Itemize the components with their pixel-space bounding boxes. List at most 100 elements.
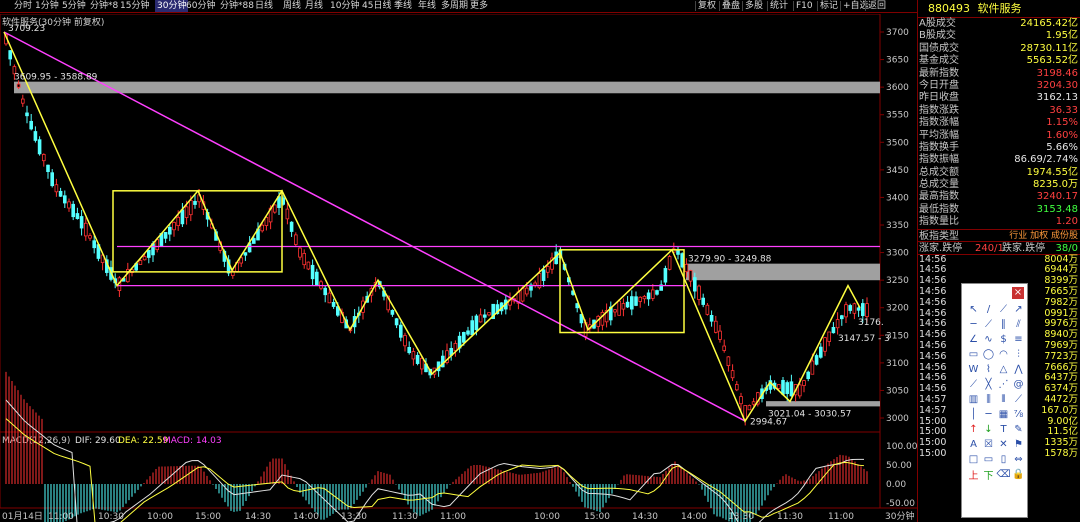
flag-icon[interactable]: ⚑ — [1011, 437, 1026, 452]
candle-body — [310, 264, 315, 280]
toolbar-button[interactable]: 叠盘 — [722, 0, 740, 12]
toolbar-button[interactable]: 复权 — [698, 0, 716, 12]
stat-row: 指数涨幅 1.15% — [918, 117, 1080, 129]
lock-icon[interactable]: 🔒 — [1011, 467, 1026, 482]
period-tab[interactable]: 分钟*88 — [220, 0, 254, 12]
toolbar-button[interactable]: 统计 — [770, 0, 788, 12]
up-count-label: 涨家.跌停 — [919, 242, 963, 254]
ray-icon[interactable]: ⟋ — [996, 302, 1011, 317]
time-axis-label: 13:30 — [728, 512, 754, 522]
price-label-icon[interactable]: ▭ — [981, 452, 996, 467]
cursor-icon[interactable]: ↖ — [966, 302, 981, 317]
kline-chart-area[interactable]: 3700 3650 3600 3550 3500 3450 3400 3350 3300 3250… — [0, 14, 917, 522]
box-icon[interactable]: □ — [966, 452, 981, 467]
candle-body — [823, 337, 827, 352]
period-tab[interactable]: 年线 — [418, 0, 436, 12]
period-tab[interactable]: 周线 — [283, 0, 301, 12]
candle-body — [634, 296, 638, 306]
toolbar-button[interactable]: 标记 — [820, 0, 838, 12]
angle-icon[interactable]: ∠ — [966, 332, 981, 347]
period-tab[interactable]: 季线 — [394, 0, 412, 12]
stat-value: 1974.55亿 — [1026, 166, 1078, 178]
price-axis-label: 3300 — [886, 249, 909, 259]
toolbar-button[interactable]: 多股 — [745, 0, 763, 12]
period-tab[interactable]: 45日线 — [362, 0, 391, 12]
triangle-icon[interactable]: △ — [996, 362, 1011, 377]
text-a-icon[interactable]: A — [966, 437, 981, 452]
stat-value: 86.69/2.74% — [1014, 154, 1078, 166]
close-icon[interactable]: × — [1012, 287, 1024, 299]
arc-icon[interactable]: ◠ — [996, 347, 1011, 362]
note-icon[interactable]: ✎ — [1011, 422, 1026, 437]
candle-body — [180, 209, 185, 225]
period-tab[interactable]: 分钟*8 — [90, 0, 118, 12]
cycle-icon[interactable]: ⫼ — [981, 392, 996, 407]
stat-value: 3162.13 — [1036, 92, 1078, 104]
price-axis-label: 3100 — [886, 359, 909, 369]
range-icon[interactable]: ▯ — [996, 452, 1011, 467]
candle-body — [831, 327, 836, 334]
period-tab[interactable]: 10分钟 — [330, 0, 359, 12]
line-icon[interactable]: / — [981, 302, 996, 317]
hor-line-icon[interactable]: ─ — [981, 407, 996, 422]
wave-icon[interactable]: ∿ — [981, 332, 996, 347]
up-mark-icon[interactable]: 上 — [966, 467, 981, 482]
period-tab[interactable]: 多周期 — [441, 0, 468, 12]
segment-icon[interactable]: ─ — [966, 317, 981, 332]
extend-line-icon[interactable]: ⟋ — [981, 317, 996, 332]
period-tab[interactable]: 分时 — [14, 0, 32, 12]
arrow-icon[interactable]: ↗ — [1011, 302, 1026, 317]
period-tab[interactable]: 5分钟 — [62, 0, 86, 12]
up-arrow-icon[interactable]: ↑ — [966, 422, 981, 437]
parallel-icon[interactable]: ∥ — [996, 317, 1011, 332]
period-tab[interactable]: 1分钟 — [35, 0, 59, 12]
cross-icon[interactable]: ✕ — [996, 437, 1011, 452]
stat-value: 1.95亿 — [1045, 30, 1078, 42]
rect-icon[interactable]: ▭ — [966, 347, 981, 362]
fib-time-icon[interactable]: ⦀ — [996, 392, 1011, 407]
period-icon[interactable]: ⫶ — [1011, 347, 1026, 362]
period-tab[interactable]: 更多 — [470, 0, 488, 12]
period-tab[interactable]: 15分钟 — [120, 0, 149, 12]
gann-icon[interactable]: ╳ — [981, 377, 996, 392]
price-icon[interactable]: $ — [996, 332, 1011, 347]
period-tab[interactable]: 月线 — [305, 0, 323, 12]
period-tab[interactable]: 日线 — [255, 0, 273, 12]
down-mark-icon[interactable]: 下 — [981, 467, 996, 482]
fib-icon[interactable]: ≡ — [1011, 332, 1026, 347]
candle-body — [630, 296, 634, 310]
spiral-icon[interactable]: @ — [1011, 377, 1026, 392]
zigzag-icon[interactable]: W — [966, 362, 981, 377]
circle-icon[interactable]: ◯ — [981, 347, 996, 362]
period-toolbar: 分时 1分钟 5分钟 分钟*8 15分钟 30分钟 60分钟 分钟*88 日线 周线 月线 10分钟 4… — [0, 0, 917, 13]
vert-line-icon[interactable]: │ — [966, 407, 981, 422]
candle-body — [260, 224, 264, 232]
toolbar-button[interactable]: F10 — [796, 0, 813, 12]
down-arrow-icon[interactable]: ↓ — [981, 422, 996, 437]
mark-icon[interactable]: ☒ — [981, 437, 996, 452]
toolbar-separator — [793, 1, 794, 11]
speed-icon[interactable]: ⟋ — [1011, 392, 1026, 407]
stat-value: 24165.42亿 — [1020, 18, 1078, 29]
bars-icon[interactable]: ▥ — [966, 392, 981, 407]
pattern-icon[interactable]: ⋀ — [1011, 362, 1026, 377]
period-tab[interactable]: 60分钟 — [186, 0, 215, 12]
candle-body — [138, 260, 143, 265]
grid-icon[interactable]: ▦ — [996, 407, 1011, 422]
ratio-icon[interactable]: ⅞ — [1011, 407, 1026, 422]
candle-body — [840, 315, 844, 320]
high-price-label: 3709.23 — [8, 24, 45, 34]
text-icon[interactable]: T — [996, 422, 1011, 437]
channel-icon[interactable]: ⫽ — [1011, 317, 1026, 332]
period-tab[interactable]: 30分钟 — [155, 0, 189, 12]
erase-icon[interactable]: ⌫ — [996, 467, 1011, 482]
board-type-row: 板指类型 行业 加权 成份股 — [918, 228, 1080, 242]
trend-icon[interactable]: ⟋ — [966, 377, 981, 392]
candle-body — [730, 370, 735, 379]
candle-body — [306, 261, 311, 270]
wave-pattern-icon[interactable]: ⌇ — [981, 362, 996, 377]
candle-body — [239, 257, 244, 264]
fan-icon[interactable]: ⋰ — [996, 377, 1011, 392]
measure-icon[interactable]: ⇔ — [1011, 452, 1026, 467]
toolbar-button[interactable]: 返回 — [868, 0, 886, 12]
